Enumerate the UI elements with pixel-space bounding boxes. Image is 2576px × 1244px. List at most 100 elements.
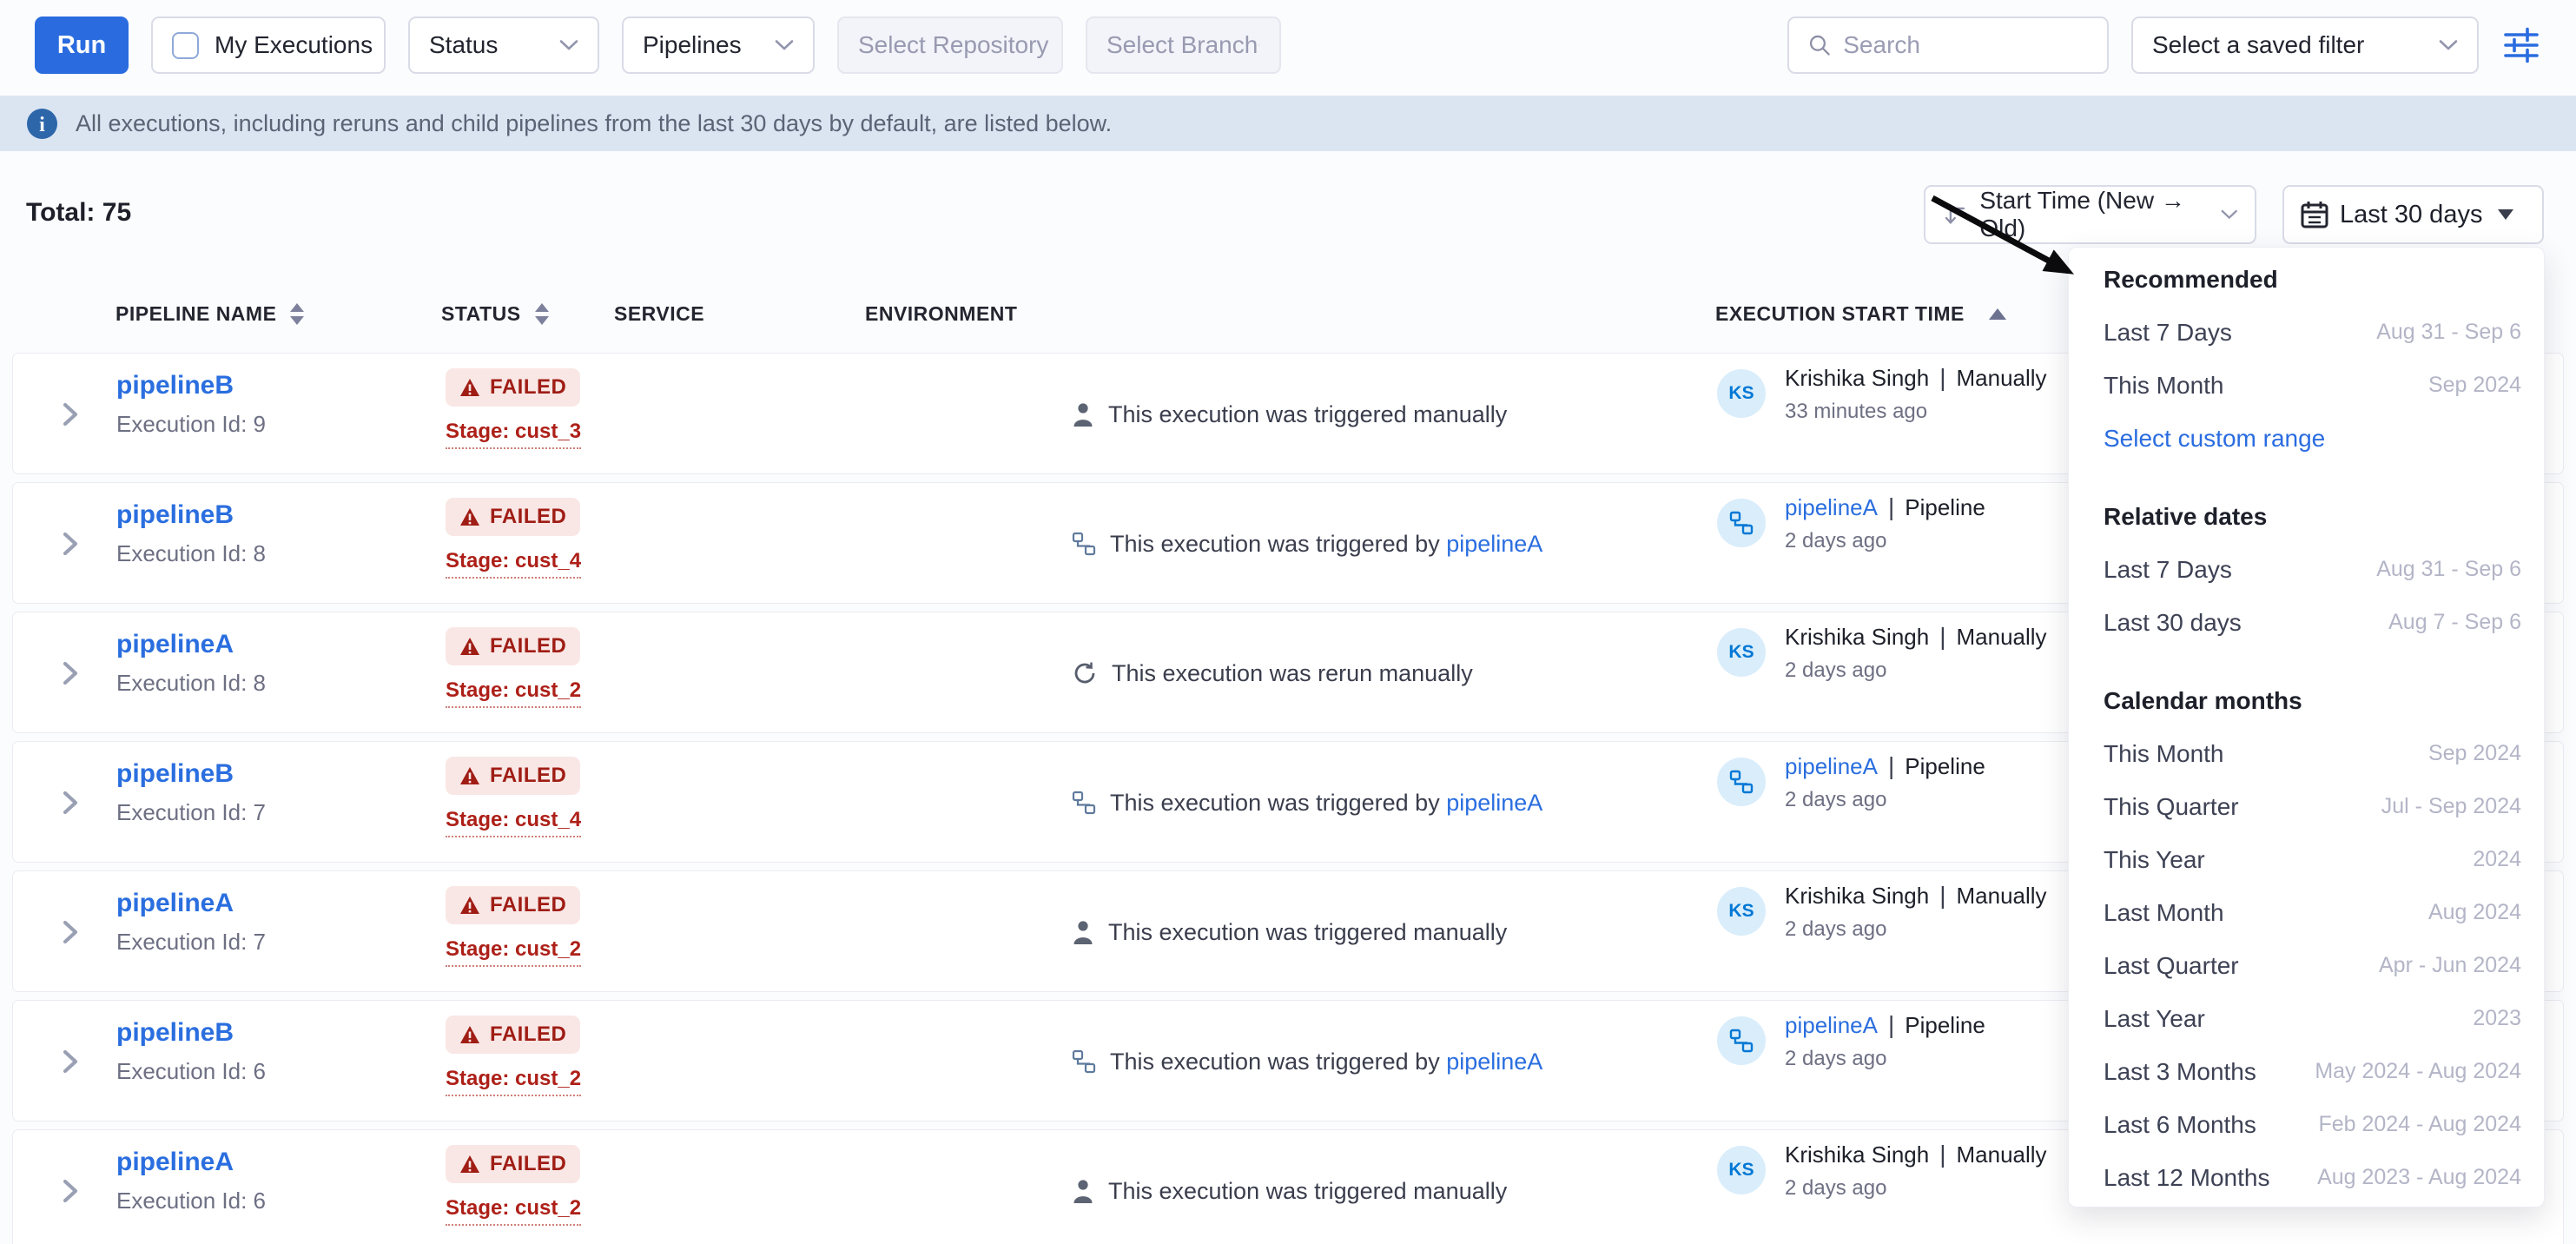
trigger-cell: This execution was rerun manually (1072, 612, 1473, 734)
date-menu-item[interactable]: Last 7 Days Aug 31 - Sep 6 (2069, 306, 2544, 359)
date-menu-item[interactable]: Last 12 Months Aug 2023 - Aug 2024 (2069, 1151, 2544, 1204)
run-button[interactable]: Run (35, 17, 129, 74)
status-filter-dropdown[interactable]: Status (408, 17, 599, 74)
pipelines-filter-dropdown[interactable]: Pipelines (622, 17, 815, 74)
filter-settings-button[interactable] (2501, 25, 2541, 65)
column-header-execution-start-time[interactable]: EXECUTION START TIME (1715, 302, 2006, 326)
pipeline-name-link[interactable]: pipelineB (116, 371, 266, 400)
date-menu-item-range: Jul - Sep 2024 (2381, 794, 2521, 819)
failed-stage-link[interactable]: Stage: cust_2 (446, 1196, 581, 1226)
date-menu-item-label: Select custom range (2104, 425, 2325, 453)
status-cell: FAILED Stage: cust_3 (446, 368, 581, 449)
info-banner: i All executions, including reruns and c… (0, 96, 2576, 151)
status-cell: FAILED Stage: cust_2 (446, 886, 581, 967)
warning-triangle-icon (459, 896, 480, 915)
failed-stage-link[interactable]: Stage: cust_3 (446, 420, 581, 449)
column-label: EXECUTION START TIME (1715, 302, 1965, 326)
trigger-pipeline-link[interactable]: pipelineA (1446, 1049, 1542, 1075)
calendar-icon (2300, 200, 2329, 229)
sort-dropdown[interactable]: Start Time (New → Old) (1924, 185, 2256, 244)
trigger-cell: This execution was triggered by pipeline… (1072, 1001, 1542, 1122)
failed-stage-link[interactable]: Stage: cust_2 (446, 1067, 581, 1096)
search-input[interactable] (1843, 31, 2088, 59)
avatar (1717, 758, 1766, 806)
warning-triangle-icon (459, 1155, 480, 1174)
separator: | (1939, 1141, 1945, 1168)
my-executions-checkbox[interactable] (172, 32, 199, 59)
date-menu-item[interactable]: Last Month Aug 2024 (2069, 886, 2544, 939)
person-icon (1072, 401, 1094, 427)
date-menu-items: Last 7 Days Aug 31 - Sep 6 Last 30 days … (2069, 543, 2544, 649)
expand-chevron-icon[interactable] (61, 916, 80, 948)
expand-chevron-icon[interactable] (61, 399, 80, 430)
pipeline-name-link[interactable]: pipelineA (116, 1148, 266, 1177)
failed-stage-link[interactable]: Stage: cust_4 (446, 549, 581, 579)
sort-updown-icon[interactable] (535, 303, 549, 325)
expand-chevron-icon[interactable] (61, 1175, 80, 1207)
date-menu-item[interactable]: This Year 2024 (2069, 833, 2544, 886)
pipeline-trigger-icon (1072, 1049, 1096, 1074)
sort-label: Start Time (New → Old) (1979, 187, 2208, 242)
date-menu-item[interactable]: Select custom range (2069, 412, 2544, 465)
column-label: PIPELINE NAME (116, 302, 276, 326)
date-menu-item[interactable]: Last 3 Months May 2024 - Aug 2024 (2069, 1045, 2544, 1098)
failed-stage-link[interactable]: Stage: cust_4 (446, 808, 581, 837)
status-label: FAILED (490, 375, 566, 400)
date-menu-items: Last 7 Days Aug 31 - Sep 6 This Month Se… (2069, 306, 2544, 465)
select-repository-dropdown[interactable]: Select Repository (837, 17, 1063, 74)
date-range-label: Last 30 days (2340, 201, 2482, 229)
pipeline-name-link[interactable]: pipelineB (116, 1018, 266, 1048)
date-menu-item[interactable]: Last 30 days Aug 7 - Sep 6 (2069, 596, 2544, 649)
date-menu-item[interactable]: Last Year 2023 (2069, 992, 2544, 1045)
trigger-pipeline-link[interactable]: pipelineA (1446, 531, 1542, 557)
date-menu-item[interactable]: Last Quarter Apr - Jun 2024 (2069, 939, 2544, 992)
trigger-cell: This execution was triggered by pipeline… (1072, 742, 1542, 864)
column-label: SERVICE (614, 302, 704, 326)
avatar (1717, 1016, 1766, 1065)
search-icon (1808, 32, 1831, 58)
pipeline-name-cell: pipelineA Execution Id: 8 (116, 630, 266, 697)
expand-chevron-icon[interactable] (61, 787, 80, 818)
separator: | (1888, 1011, 1894, 1039)
date-menu-item-range: Feb 2024 - Aug 2024 (2318, 1112, 2521, 1137)
date-range-button[interactable]: Last 30 days (2282, 185, 2544, 244)
my-executions-toggle[interactable]: My Executions (151, 17, 386, 74)
pipeline-name-cell: pipelineB Execution Id: 8 (116, 500, 266, 567)
expand-chevron-icon[interactable] (61, 528, 80, 559)
relative-time: 2 days ago (1785, 658, 2047, 683)
avatar: KS (1717, 369, 1766, 418)
trigger-cell: This execution was triggered manually (1072, 1130, 1507, 1244)
caret-down-icon (2498, 209, 2513, 220)
sort-updown-icon[interactable] (290, 303, 304, 325)
failed-stage-link[interactable]: Stage: cust_2 (446, 678, 581, 708)
date-menu-item[interactable]: This Month Sep 2024 (2069, 359, 2544, 412)
select-branch-dropdown[interactable]: Select Branch (1086, 17, 1281, 74)
column-header-status[interactable]: STATUS (441, 302, 549, 326)
column-header-pipeline-name[interactable]: PIPELINE NAME (116, 302, 304, 326)
pipeline-name-link[interactable]: pipelineB (116, 500, 266, 530)
pipeline-name-link[interactable]: pipelineB (116, 759, 266, 789)
date-menu-item[interactable]: This Month Sep 2024 (2069, 727, 2544, 780)
pipeline-name-link[interactable]: pipelineA (116, 630, 266, 659)
trigger-text: This execution was triggered by pipeline… (1110, 1049, 1542, 1075)
trigger-pipeline-link[interactable]: pipelineA (1446, 790, 1542, 816)
warning-triangle-icon (459, 637, 480, 656)
date-menu-item[interactable]: Last 6 Months Feb 2024 - Aug 2024 (2069, 1098, 2544, 1151)
search-box[interactable] (1787, 17, 2109, 74)
date-menu-item-range: Sep 2024 (2428, 373, 2521, 398)
pipeline-name-link[interactable]: pipelineA (116, 889, 266, 918)
failed-stage-link[interactable]: Stage: cust_2 (446, 937, 581, 967)
date-menu-item[interactable]: Last 7 Days Aug 31 - Sep 6 (2069, 543, 2544, 596)
date-menu-item[interactable]: This Quarter Jul - Sep 2024 (2069, 780, 2544, 833)
triggered-by-name: Krishika Singh (1785, 365, 1929, 392)
execution-id: Execution Id: 8 (116, 540, 266, 567)
start-time-cell: KS Krishika Singh | Manually 2 days ago (1717, 1141, 2047, 1201)
svg-text:i: i (39, 114, 45, 136)
pipeline-trigger-icon (1072, 791, 1096, 815)
saved-filter-dropdown[interactable]: Select a saved filter (2131, 17, 2479, 74)
expand-chevron-icon[interactable] (61, 658, 80, 689)
person-icon (1072, 919, 1094, 945)
status-badge: FAILED (446, 757, 580, 795)
status-badge: FAILED (446, 498, 580, 536)
expand-chevron-icon[interactable] (61, 1046, 80, 1077)
